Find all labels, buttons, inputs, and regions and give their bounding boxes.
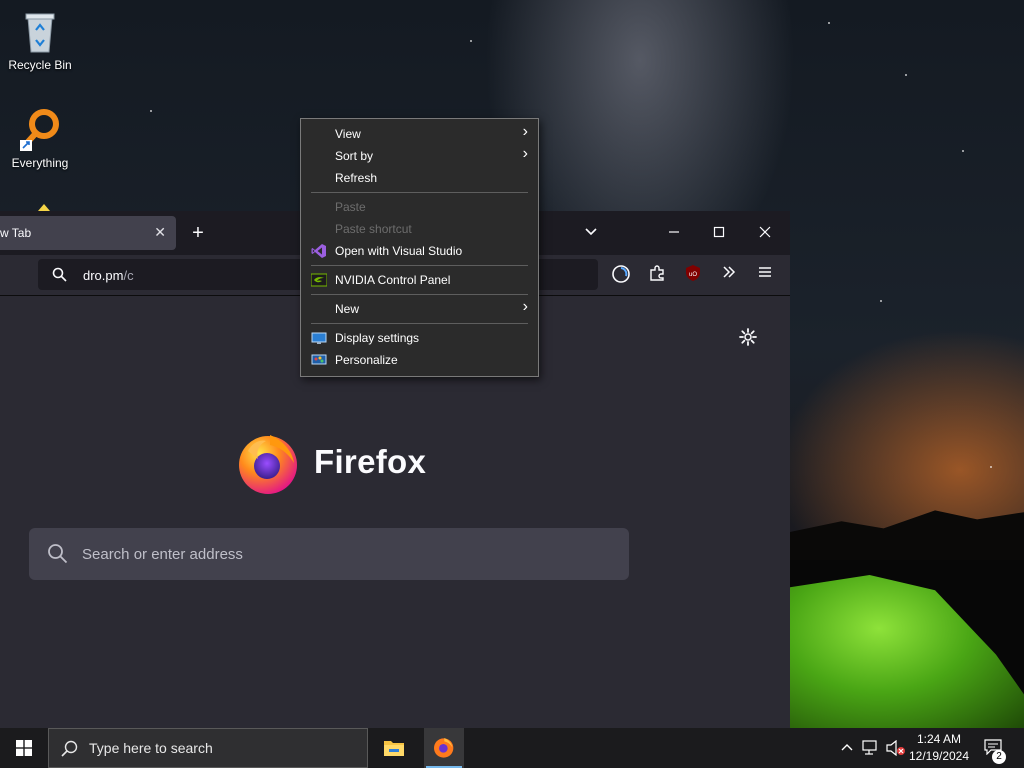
wallpaper-star bbox=[470, 40, 472, 42]
desktop-icon-recycle-bin[interactable]: Recycle Bin bbox=[0, 8, 80, 72]
search-icon bbox=[48, 544, 68, 564]
windows-logo-icon bbox=[16, 740, 32, 756]
search-icon bbox=[52, 267, 67, 282]
start-button[interactable] bbox=[0, 728, 48, 768]
wallpaper-star bbox=[880, 300, 882, 302]
network-icon bbox=[862, 740, 877, 755]
search-input[interactable]: Search or enter address bbox=[29, 528, 629, 580]
tab-title: w Tab bbox=[0, 226, 32, 240]
menu-separator bbox=[311, 265, 528, 266]
chevron-right-icon: › bbox=[522, 298, 528, 315]
svg-text:uO: uO bbox=[689, 272, 697, 278]
notification-count-badge: 2 bbox=[992, 750, 1006, 764]
display-settings-icon bbox=[311, 332, 327, 344]
everything-search-icon bbox=[20, 109, 59, 151]
chevron-up-icon bbox=[841, 744, 853, 751]
show-hidden-icons-button[interactable] bbox=[838, 728, 856, 768]
desktop-context-menu: View › Sort by › Refresh Paste Paste sho… bbox=[300, 118, 539, 377]
tab-new-tab[interactable]: w Tab ✕ bbox=[0, 216, 176, 250]
nvidia-icon bbox=[311, 273, 327, 287]
search-icon bbox=[61, 740, 78, 757]
wallpaper-star bbox=[962, 150, 964, 152]
menu-item-paste-shortcut: Paste shortcut bbox=[335, 222, 412, 236]
firefox-icon bbox=[434, 738, 454, 758]
menu-item-new[interactable]: New › bbox=[301, 298, 538, 320]
menu-separator bbox=[311, 323, 528, 324]
wallpaper-star bbox=[828, 22, 830, 24]
wallpaper-star bbox=[150, 110, 152, 112]
taskbar-app-file-explorer[interactable] bbox=[374, 728, 414, 768]
search-placeholder: Search or enter address bbox=[82, 546, 243, 563]
firefox-wordmark: Firefox bbox=[314, 443, 427, 480]
menu-separator bbox=[311, 294, 528, 295]
extensions-puzzle-icon[interactable] bbox=[646, 264, 668, 286]
chevron-right-icon: › bbox=[522, 145, 528, 162]
taskbar-search-box[interactable]: Type here to search bbox=[48, 728, 368, 768]
clock-date: 12/19/2024 bbox=[908, 749, 970, 763]
firefox-logo-icon bbox=[239, 435, 297, 494]
menu-item-display-settings[interactable]: Display settings bbox=[301, 327, 538, 349]
new-tab-button[interactable]: + bbox=[185, 220, 211, 246]
minimize-button[interactable] bbox=[659, 219, 689, 247]
menu-item-open-with-visual-studio[interactable]: Open with Visual Studio bbox=[301, 240, 538, 262]
menu-item-view[interactable]: View › bbox=[301, 123, 538, 145]
url-text: dro.pm/c bbox=[83, 268, 134, 283]
desktop-icon-label: Everything bbox=[11, 156, 69, 170]
close-tab-icon[interactable]: ✕ bbox=[154, 224, 166, 241]
taskbar-clock[interactable]: 1:24 AM 12/19/2024 bbox=[900, 731, 978, 765]
hamburger-menu-icon[interactable] bbox=[754, 264, 776, 286]
visual-studio-icon bbox=[311, 244, 326, 258]
list-all-tabs-icon[interactable] bbox=[576, 219, 606, 247]
taskbar: Type here to search 1:24 AM 12/19/2024 2 bbox=[0, 728, 1024, 768]
gear-icon[interactable] bbox=[738, 327, 758, 347]
ublock-origin-icon[interactable]: uO bbox=[682, 264, 704, 286]
menu-item-paste: Paste bbox=[335, 200, 366, 214]
firefox-brand: Firefox bbox=[236, 429, 426, 495]
personalize-icon bbox=[311, 354, 327, 365]
extension-circle-icon[interactable] bbox=[610, 264, 632, 286]
more-tools-chevron-icon[interactable] bbox=[718, 264, 740, 286]
wallpaper-star bbox=[990, 466, 992, 468]
taskbar-search-placeholder: Type here to search bbox=[89, 740, 213, 756]
maximize-button[interactable] bbox=[704, 219, 734, 247]
menu-separator bbox=[311, 192, 528, 193]
wallpaper-star bbox=[905, 74, 907, 76]
desktop-icon-partial bbox=[38, 204, 50, 211]
network-tray-icon[interactable] bbox=[860, 728, 882, 768]
file-explorer-icon bbox=[384, 741, 404, 756]
menu-item-nvidia-control-panel[interactable]: NVIDIA Control Panel bbox=[301, 269, 538, 291]
menu-item-sort-by[interactable]: Sort by › bbox=[301, 145, 538, 167]
recycle-bin-icon bbox=[25, 13, 55, 53]
close-window-button[interactable] bbox=[750, 219, 780, 247]
desktop-icon-label: Recycle Bin bbox=[8, 58, 72, 72]
chevron-right-icon: › bbox=[522, 123, 528, 140]
desktop-icon-everything[interactable]: Everything bbox=[0, 108, 80, 170]
menu-item-refresh[interactable]: Refresh bbox=[301, 167, 538, 189]
menu-item-personalize[interactable]: Personalize bbox=[301, 349, 538, 371]
taskbar-app-firefox[interactable] bbox=[424, 728, 464, 768]
clock-time: 1:24 AM bbox=[916, 732, 962, 746]
